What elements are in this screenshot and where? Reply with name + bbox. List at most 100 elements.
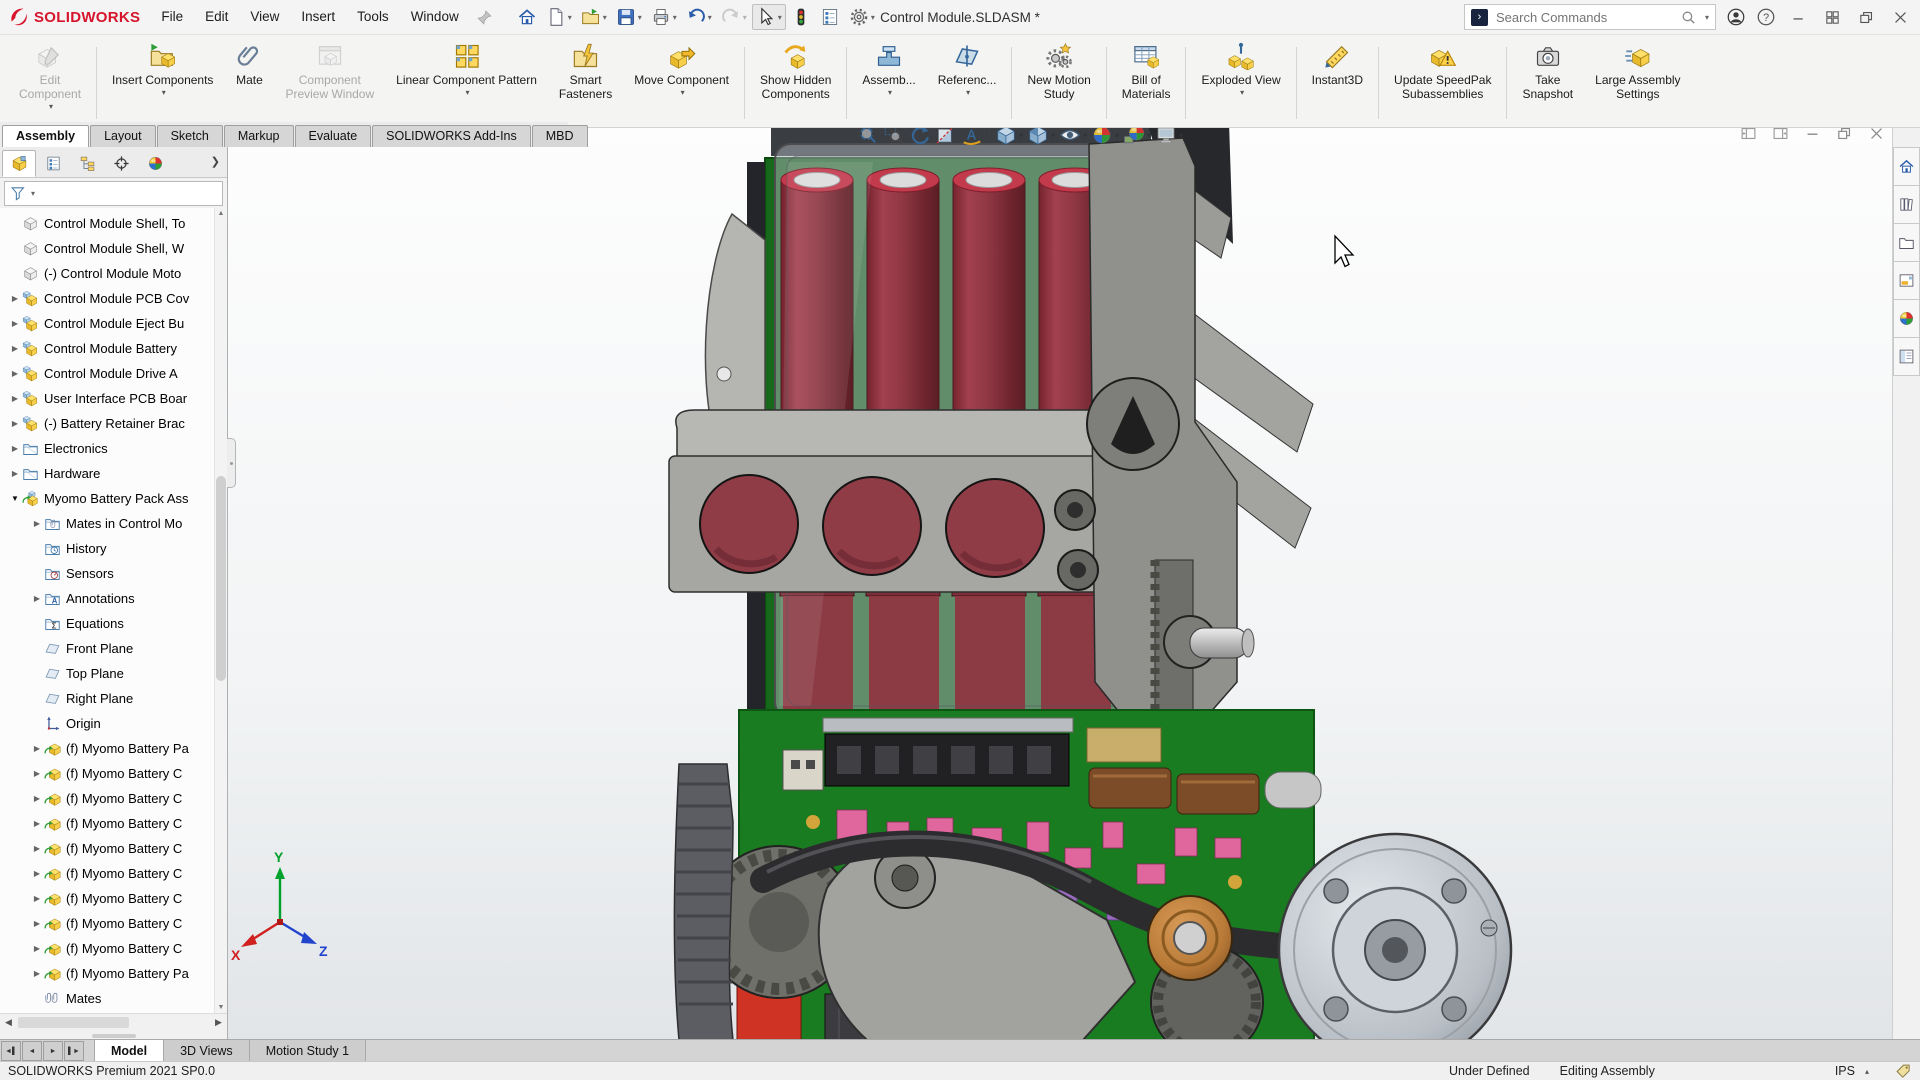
tree-item[interactable]: Mates <box>0 986 227 1011</box>
tree-item[interactable]: ▶ Control Module PCB Cov <box>0 286 227 311</box>
graphics-viewport[interactable]: Y X Z <box>227 122 1893 1040</box>
search-input[interactable] <box>1494 9 1674 26</box>
quickbar-button[interactable] <box>816 4 844 30</box>
tab-scroll-right-button[interactable]: ► <box>43 1041 63 1061</box>
tree-item[interactable]: Sensors <box>0 561 227 586</box>
tree-item[interactable]: History <box>0 536 227 561</box>
tree-item[interactable]: Equations <box>0 611 227 636</box>
dropdown-caret[interactable]: ▾ <box>888 88 892 97</box>
ribbon-button[interactable]: Edit Component ▾ <box>8 39 92 127</box>
ribbon-button[interactable]: Instant3D <box>1301 39 1374 127</box>
ribbon-button[interactable]: Show Hidden Components <box>749 39 842 127</box>
dropdown-caret[interactable]: ▾ <box>49 102 53 111</box>
expand-arrow[interactable]: ▶ <box>30 869 44 878</box>
dropdown-caret[interactable]: ▾ <box>673 13 677 22</box>
tab-scroll-first-button[interactable]: ◄▌ <box>1 1041 21 1061</box>
tree-item[interactable]: Control Module Shell, W <box>0 236 227 261</box>
menu-item[interactable]: Window <box>400 0 470 34</box>
ribbon-button[interactable]: Linear Component Pattern ▾ <box>385 39 548 127</box>
menu-item[interactable]: Insert <box>290 0 346 34</box>
panel-tab[interactable] <box>104 150 138 177</box>
tree-item[interactable]: Top Plane <box>0 661 227 686</box>
task-pane-button[interactable] <box>1893 223 1920 262</box>
ribbon-button[interactable]: Mate <box>224 39 274 127</box>
dropdown-caret[interactable]: ▾ <box>778 13 782 22</box>
menu-item[interactable]: Edit <box>194 0 239 34</box>
quickbar-button[interactable] <box>513 4 541 30</box>
document-tab[interactable]: 3D Views <box>164 1040 250 1062</box>
search-icon[interactable] <box>1680 9 1697 26</box>
dropdown-caret[interactable]: ▾ <box>1115 131 1119 140</box>
window-layout-button[interactable] <box>1820 5 1844 29</box>
panel-tab[interactable] <box>70 150 104 177</box>
task-pane-button[interactable] <box>1893 185 1920 224</box>
quickbar-button[interactable]: ▾ <box>682 4 716 30</box>
dropdown-caret[interactable]: ▾ <box>1179 131 1183 140</box>
tree-item[interactable]: ▶ (f) Myomo Battery C <box>0 936 227 961</box>
command-tab[interactable]: Sketch <box>157 125 223 147</box>
tree-item[interactable]: ▶ User Interface PCB Boar <box>0 386 227 411</box>
ribbon-button[interactable]: Take Snapshot <box>1511 39 1584 127</box>
expand-arrow[interactable]: ▼ <box>8 494 22 503</box>
ribbon-button[interactable]: Smart Fasteners <box>548 39 623 127</box>
window-close-button[interactable] <box>1888 5 1912 29</box>
expand-arrow[interactable]: ▶ <box>8 469 22 478</box>
dropdown-caret[interactable]: ▾ <box>871 13 875 22</box>
tree-item[interactable]: ▶ Control Module Drive A <box>0 361 227 386</box>
account-icon[interactable] <box>1726 7 1746 27</box>
tab-scroll-last-button[interactable]: ▌► <box>64 1041 84 1061</box>
tree-item[interactable]: ▶ (-) Battery Retainer Brac <box>0 411 227 436</box>
document-tab[interactable]: Model <box>94 1040 164 1062</box>
tree-item[interactable]: (-) Control Module Moto <box>0 261 227 286</box>
dropdown-caret[interactable]: ▾ <box>466 88 470 97</box>
expand-arrow[interactable]: ▶ <box>30 894 44 903</box>
dropdown-caret[interactable]: ▾ <box>681 88 685 97</box>
ribbon-cable[interactable] <box>674 764 733 1040</box>
tree-item[interactable]: ▶ (f) Myomo Battery C <box>0 761 227 786</box>
ribbon-button[interactable]: Assemb... ▾ <box>851 39 926 127</box>
panel-tab[interactable] <box>138 150 172 177</box>
scroll-right-arrow[interactable]: ▶ <box>210 1015 227 1030</box>
dropdown-caret[interactable]: ▾ <box>603 13 607 22</box>
scrollbar-thumb[interactable] <box>216 476 226 681</box>
tree-item[interactable]: ▶ (f) Myomo Battery C <box>0 836 227 861</box>
command-tab[interactable]: Assembly <box>2 125 89 147</box>
expand-arrow[interactable]: ▶ <box>30 744 44 753</box>
units-selector[interactable]: IPS <box>1835 1064 1855 1078</box>
ribbon-button[interactable]: Large Assembly Settings <box>1584 39 1691 127</box>
panel-splitter-handle[interactable] <box>227 438 236 488</box>
panel-tab[interactable] <box>36 150 70 177</box>
tree-item[interactable]: Control Module Shell, To <box>0 211 227 236</box>
expand-arrow[interactable]: ▶ <box>8 444 22 453</box>
command-tab[interactable]: SOLIDWORKS Add-Ins <box>372 125 531 147</box>
tree-item[interactable]: ▶ (f) Myomo Battery Pa <box>0 736 227 761</box>
expand-arrow[interactable]: ▶ <box>8 319 22 328</box>
tree-item[interactable]: ▶ Electronics <box>0 436 227 461</box>
expand-arrow[interactable]: ▶ <box>30 519 44 528</box>
expand-arrow[interactable]: ▶ <box>30 594 44 603</box>
panel-tabs-expand-chevron[interactable]: ❯ <box>211 155 227 172</box>
window-restore-button[interactable] <box>1854 5 1878 29</box>
panel-tab[interactable] <box>2 150 36 177</box>
ribbon-button[interactable]: Move Component ▾ <box>623 39 740 127</box>
expand-arrow[interactable]: ▶ <box>30 919 44 928</box>
dropdown-caret[interactable]: ▾ <box>162 88 166 97</box>
dropdown-caret[interactable]: ▾ <box>966 88 970 97</box>
tree-item[interactable]: ▶ (f) Myomo Battery C <box>0 886 227 911</box>
dropdown-caret[interactable]: ▾ <box>708 13 712 22</box>
tree-horizontal-scrollbar[interactable]: ◀ ▶ <box>0 1013 227 1031</box>
expand-arrow[interactable]: ▶ <box>30 819 44 828</box>
ribbon-button[interactable]: Component Preview Window <box>274 39 385 127</box>
command-tab[interactable]: Evaluate <box>295 125 372 147</box>
expand-arrow[interactable]: ▶ <box>30 969 44 978</box>
menu-item[interactable]: File <box>150 0 194 34</box>
task-pane-button[interactable] <box>1893 147 1920 186</box>
expand-arrow[interactable]: ▶ <box>8 369 22 378</box>
menu-item[interactable]: View <box>239 0 290 34</box>
tree-item[interactable]: ▶ (f) Myomo Battery C <box>0 861 227 886</box>
dropdown-caret[interactable]: ▾ <box>1240 88 1244 97</box>
ribbon-button[interactable]: Exploded View ▾ <box>1190 39 1291 127</box>
document-tab[interactable]: Motion Study 1 <box>250 1040 366 1062</box>
ribbon-button[interactable]: Insert Components ▾ <box>101 39 224 127</box>
expand-arrow[interactable]: ▶ <box>8 294 22 303</box>
